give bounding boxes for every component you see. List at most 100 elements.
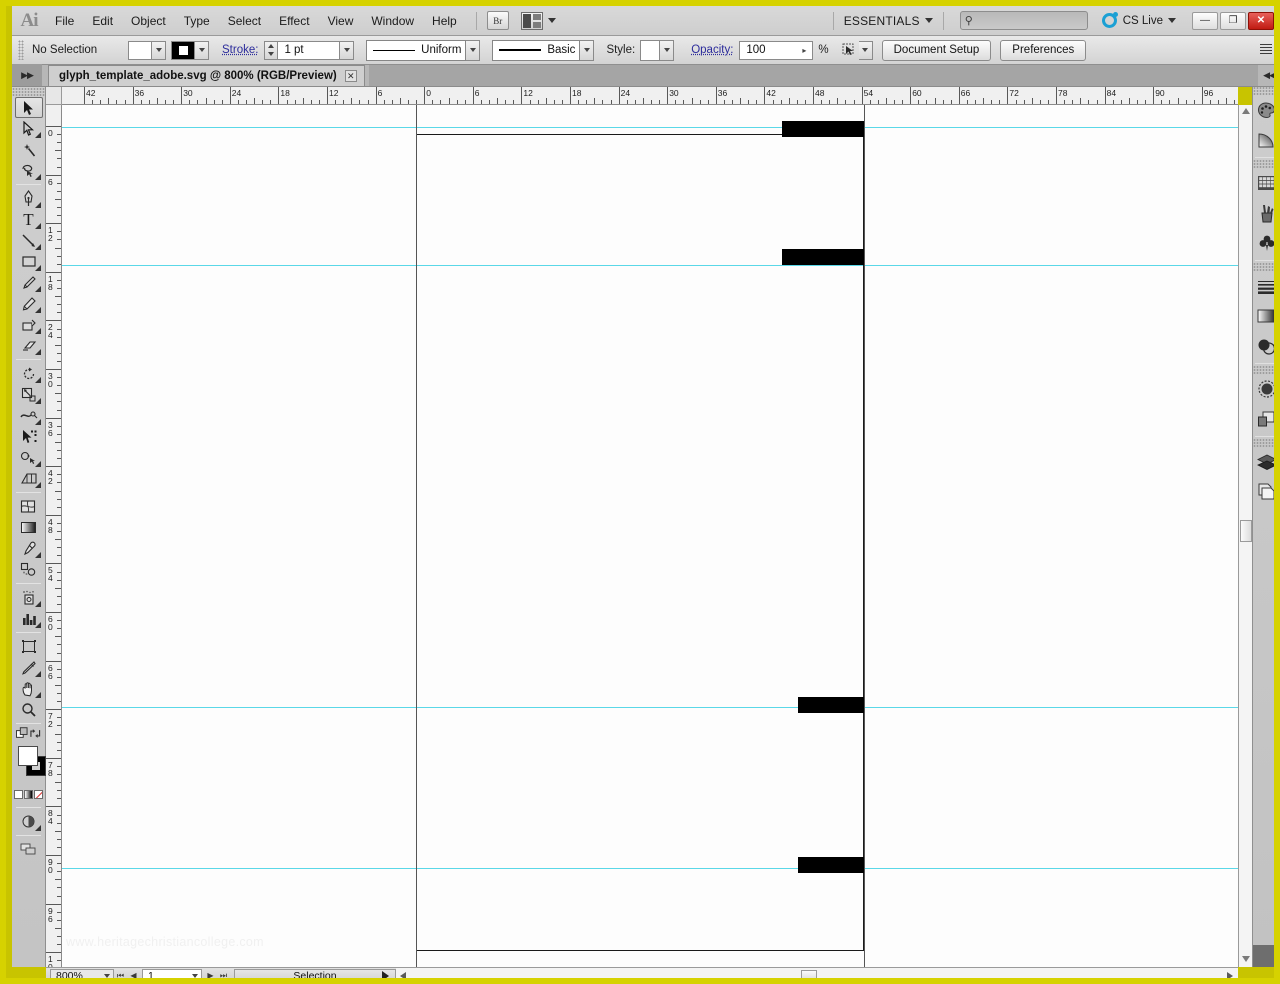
graphic-styles-panel-icon[interactable] xyxy=(1254,404,1274,434)
menu-type[interactable]: Type xyxy=(175,6,219,36)
gradient-fill-panel-icon[interactable] xyxy=(1254,301,1274,331)
preferences-button[interactable]: Preferences xyxy=(1000,39,1087,61)
width-tool[interactable] xyxy=(15,405,43,426)
scroll-right-arrow-icon[interactable] xyxy=(1224,971,1236,978)
status-display-select[interactable]: Selection xyxy=(234,968,396,978)
toolbox-grip[interactable] xyxy=(12,87,45,97)
dock-grip[interactable] xyxy=(1253,87,1274,95)
vertical-scroll-thumb[interactable] xyxy=(1240,520,1252,542)
menu-effect[interactable]: Effect xyxy=(270,6,318,36)
direct-selection-tool[interactable] xyxy=(15,118,43,139)
dock-grip[interactable] xyxy=(1253,439,1274,447)
zoom-tool[interactable] xyxy=(15,699,43,720)
gradient-tool[interactable] xyxy=(15,517,43,538)
menu-file[interactable]: File xyxy=(46,6,83,36)
horizontal-guide[interactable] xyxy=(62,127,1238,128)
transparency-panel-icon[interactable] xyxy=(1254,331,1274,361)
arrange-chevron-down-icon[interactable] xyxy=(547,18,556,23)
dock-grip[interactable] xyxy=(1253,366,1274,374)
next-artboard-button[interactable]: ▶ xyxy=(204,969,217,978)
document-setup-button[interactable]: Document Setup xyxy=(881,39,992,61)
gradient-panel-icon[interactable] xyxy=(1254,125,1275,155)
scroll-down-arrow-icon[interactable] xyxy=(1241,955,1251,965)
bridge-button[interactable]: Br xyxy=(486,11,509,30)
vertical-ruler[interactable]: 06121824303642485460667278849096102 xyxy=(46,105,62,967)
magic-wand-tool[interactable] xyxy=(15,139,43,160)
workspace-switcher[interactable]: ESSENTIALS xyxy=(844,14,933,28)
eyedropper-tool[interactable] xyxy=(15,538,43,559)
close-button[interactable]: ✕ xyxy=(1248,11,1274,30)
type-tool[interactable]: T xyxy=(15,209,43,230)
control-panel-menu-icon[interactable] xyxy=(1260,44,1272,56)
previous-artboard-button[interactable]: ◀ xyxy=(127,969,140,978)
stroke-weight-stepper[interactable] xyxy=(264,40,279,60)
mesh-tool[interactable] xyxy=(15,496,43,517)
blob-brush-tool[interactable] xyxy=(15,314,43,335)
horizontal-scrollbar[interactable] xyxy=(396,967,1238,978)
menu-select[interactable]: Select xyxy=(219,6,270,36)
free-transform-tool[interactable] xyxy=(15,426,43,447)
fill-dropdown-arrow[interactable] xyxy=(152,40,166,60)
style-dropdown-arrow[interactable] xyxy=(660,39,675,61)
graphic-style-control[interactable] xyxy=(640,39,675,61)
default-fill-stroke-icon[interactable] xyxy=(16,727,29,740)
artboards-panel-icon[interactable] xyxy=(1254,477,1274,507)
selection-tool[interactable] xyxy=(14,97,43,118)
paintbrush-tool[interactable] xyxy=(15,272,43,293)
color-mode-solid-icon[interactable] xyxy=(14,790,23,799)
color-mode-none-icon[interactable] xyxy=(34,790,43,799)
restore-button[interactable]: ❐ xyxy=(1220,11,1246,30)
ruler-corner[interactable] xyxy=(46,87,62,105)
glyph-bar-shape[interactable] xyxy=(798,697,864,713)
layers-panel-icon[interactable] xyxy=(1254,447,1274,477)
eraser-tool[interactable] xyxy=(15,335,43,356)
tab-close-icon[interactable]: ✕ xyxy=(344,70,357,82)
fill-color-box[interactable] xyxy=(18,746,38,766)
first-artboard-button[interactable]: ⏮ xyxy=(114,969,127,979)
column-graph-tool[interactable] xyxy=(15,608,43,629)
scale-tool[interactable] xyxy=(15,384,43,405)
blend-tool[interactable] xyxy=(15,559,43,580)
vertical-scrollbar[interactable] xyxy=(1238,105,1252,967)
dock-grip[interactable] xyxy=(1253,160,1274,168)
shape-builder-tool[interactable] xyxy=(15,447,43,468)
pen-tool[interactable] xyxy=(15,188,43,209)
dock-grip[interactable] xyxy=(1253,263,1274,271)
symbol-sprayer-tool[interactable] xyxy=(15,587,43,608)
glyph-bar-shape[interactable] xyxy=(782,249,864,265)
change-screen-mode-button[interactable] xyxy=(15,839,43,860)
artboard-number-select[interactable]: 1 xyxy=(142,968,202,978)
document-tab[interactable]: glyph_template_adobe.svg @ 800% (RGB/Pre… xyxy=(48,65,365,86)
menu-edit[interactable]: Edit xyxy=(83,6,122,36)
stroke-weight-dropdown[interactable] xyxy=(340,40,355,60)
stroke-dropdown-arrow[interactable] xyxy=(195,40,209,60)
lasso-tool[interactable] xyxy=(15,160,43,181)
fill-swatch[interactable] xyxy=(128,40,152,60)
last-artboard-button[interactable]: ⏭ xyxy=(217,969,230,979)
brushes-panel-icon[interactable] xyxy=(1254,198,1275,228)
collapse-dock-icon[interactable]: ◀◀ xyxy=(1258,64,1274,86)
stroke-weight-value[interactable]: 1 pt xyxy=(278,40,341,60)
minimize-button[interactable]: — xyxy=(1192,11,1218,30)
style-swatch[interactable] xyxy=(640,39,661,61)
opacity-link[interactable]: Opacity: xyxy=(691,44,733,56)
stroke-panel-icon[interactable] xyxy=(1254,271,1274,301)
search-input[interactable]: ⚲ xyxy=(959,11,1088,30)
profile-dropdown-arrow[interactable] xyxy=(466,39,481,61)
artboard-tool[interactable] xyxy=(15,636,43,657)
appearance-panel-icon[interactable] xyxy=(1254,374,1274,404)
menu-help[interactable]: Help xyxy=(423,6,466,36)
arrange-documents-icon[interactable] xyxy=(520,11,543,30)
swatches-panel-icon[interactable] xyxy=(1254,168,1274,198)
screen-mode-button[interactable] xyxy=(15,811,43,832)
stroke-swatch[interactable] xyxy=(171,40,195,60)
stroke-profile-select[interactable]: Uniform xyxy=(366,39,467,61)
perspective-grid-tool[interactable] xyxy=(15,468,43,489)
artboard-canvas[interactable]: www.heritagechristiancollege.com xyxy=(62,105,1238,967)
brush-dropdown-arrow[interactable] xyxy=(580,39,595,61)
stroke-weight-link[interactable]: Stroke: xyxy=(222,44,258,56)
scroll-up-arrow-icon[interactable] xyxy=(1241,107,1251,117)
rectangle-tool[interactable] xyxy=(15,251,43,272)
swap-fill-stroke-icon[interactable] xyxy=(29,727,42,740)
color-panel-icon[interactable] xyxy=(1254,95,1274,125)
